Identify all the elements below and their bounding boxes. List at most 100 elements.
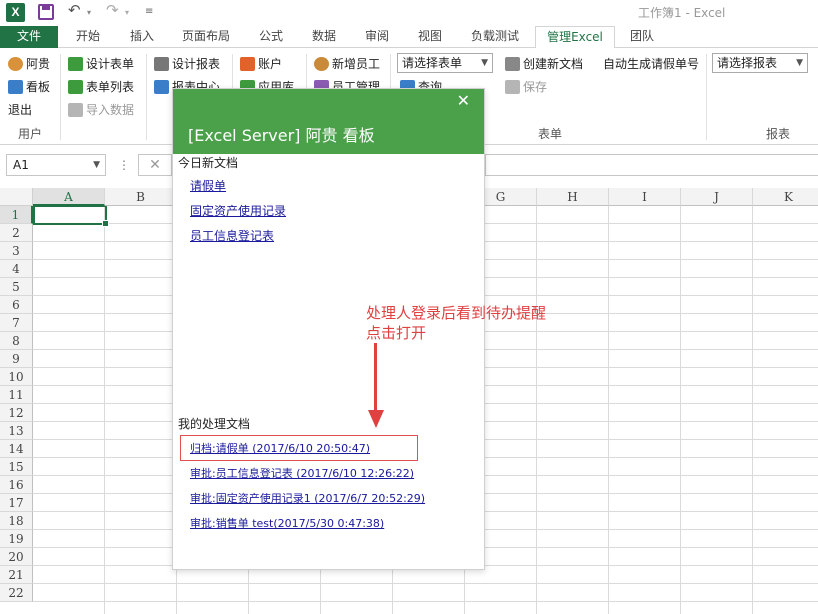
form-list-icon [68,80,83,94]
design-report-icon [154,57,169,71]
logout-button[interactable]: 退出 [8,101,32,119]
cancel-icon[interactable]: ✕ [138,154,172,176]
redo-icon[interactable]: ↷ [106,1,119,19]
annotation-text: 处理人登录后看到待办提醒 点击打开 [366,304,547,342]
design-form-button[interactable]: 设计表单 [68,55,134,73]
tab-view[interactable]: 视图 [406,26,454,48]
group-separator [706,54,707,140]
row-header[interactable]: 1 [0,206,33,224]
select-report-dropdown[interactable]: 请选择报表 ▼ [712,53,808,73]
row-header[interactable]: 2 [0,224,33,242]
save-form-icon [505,80,520,94]
group-label-user: 用户 [18,127,43,141]
row-header[interactable]: 13 [0,422,33,440]
formula-input[interactable] [485,154,818,176]
row-header[interactable]: 11 [0,386,33,404]
chevron-down-icon: ▼ [481,58,488,68]
column-header[interactable]: H [537,188,609,206]
undo-icon[interactable]: ↶ [68,1,81,19]
title-bar: X ↶ ▾ ↷ ▾ ≡ 工作簿1 - Excel [0,0,818,26]
save-form-button[interactable]: 保存 [505,78,547,96]
column-header[interactable]: B [105,188,177,206]
annotation-arrow-head [368,410,384,428]
tab-file[interactable]: 文件 [0,26,58,48]
customize-quick-access-icon[interactable]: ≡ [145,6,153,17]
today-doc-link[interactable]: 请假单 [190,177,226,194]
formula-bar-dots-icon: ⋮ [118,158,130,172]
import-data-icon [68,103,83,117]
row-header[interactable]: 5 [0,278,33,296]
select-all-corner[interactable] [0,188,33,206]
create-document-icon [505,57,520,71]
row-header[interactable]: 19 [0,530,33,548]
account-icon [240,57,255,71]
column-header[interactable]: I [609,188,681,206]
import-data-button[interactable]: 导入数据 [68,101,134,119]
row-header[interactable]: 15 [0,458,33,476]
tab-formulas[interactable]: 公式 [246,26,296,48]
tab-load-test[interactable]: 负载测试 [458,26,532,48]
tab-home[interactable]: 开始 [62,26,114,48]
tab-manage-excel[interactable]: 管理Excel [535,26,615,49]
add-employee-icon [314,57,329,71]
tab-page-layout[interactable]: 页面布局 [170,26,242,48]
design-report-button[interactable]: 设计报表 [154,55,220,73]
tab-review[interactable]: 审阅 [352,26,402,48]
row-header[interactable]: 22 [0,584,33,602]
group-separator [146,54,147,140]
my-doc-link[interactable]: 审批:固定资产使用记录1 (2017/6/7 20:52:29) [190,490,425,506]
row-header[interactable]: 7 [0,314,33,332]
row-header[interactable]: 6 [0,296,33,314]
row-header[interactable]: 17 [0,494,33,512]
row-header[interactable]: 8 [0,332,33,350]
today-docs-heading: 今日新文档 [178,156,239,170]
report-center-icon [154,80,169,94]
undo-dropdown-icon[interactable]: ▾ [87,8,91,17]
chevron-down-icon: ▼ [93,160,100,170]
row-header[interactable]: 20 [0,548,33,566]
user-button[interactable]: 阿贵 [8,55,50,73]
create-document-button[interactable]: 创建新文档 [505,55,583,73]
active-cell[interactable] [33,205,109,227]
tab-insert[interactable]: 插入 [118,26,166,48]
row-header[interactable]: 4 [0,260,33,278]
my-doc-link[interactable]: 归档:请假单 (2017/6/10 20:50:47) [190,440,370,456]
row-header[interactable]: 3 [0,242,33,260]
row-header[interactable]: 16 [0,476,33,494]
add-employee-button[interactable]: 新增员工 [314,55,380,73]
annotation-arrow [374,343,377,411]
dashboard-icon [8,80,23,94]
window-title: 工作簿1 - Excel [638,6,726,20]
name-box[interactable]: A1 ▼ [6,154,106,176]
account-button[interactable]: 账户 [240,55,282,73]
design-form-icon [68,57,83,71]
my-docs-heading: 我的处理文档 [178,417,251,431]
row-header[interactable]: 14 [0,440,33,458]
dashboard-button[interactable]: 看板 [8,78,50,96]
row-header[interactable]: 9 [0,350,33,368]
group-label-report: 报表 [766,127,791,141]
tab-team[interactable]: 团队 [618,26,666,48]
select-form-dropdown[interactable]: 请选择表单 ▼ [397,53,493,73]
save-icon[interactable] [38,4,54,20]
today-doc-link[interactable]: 员工信息登记表 [190,227,274,244]
auto-generate-button[interactable]: 自动生成请假单号 [603,55,699,73]
my-doc-link[interactable]: 审批:销售单 test(2017/5/30 0:47:38) [190,515,384,531]
group-label-form: 表单 [538,127,563,141]
form-list-button[interactable]: 表单列表 [68,78,134,96]
column-header[interactable]: J [681,188,753,206]
row-header[interactable]: 12 [0,404,33,422]
dialog-header: ✕ [Excel Server] 阿贵 看板 [173,89,484,154]
column-header[interactable]: K [753,188,818,206]
close-icon[interactable]: ✕ [457,91,470,110]
column-header[interactable]: A [33,188,105,206]
user-icon [8,57,23,71]
row-header[interactable]: 21 [0,566,33,584]
ribbon-tabs: 文件 开始 插入 页面布局 公式 数据 审阅 视图 负载测试 管理Excel 团… [0,26,818,49]
my-doc-link[interactable]: 审批:员工信息登记表 (2017/6/10 12:26:22) [190,465,414,481]
tab-data[interactable]: 数据 [300,26,348,48]
row-header[interactable]: 10 [0,368,33,386]
row-header[interactable]: 18 [0,512,33,530]
redo-dropdown-icon[interactable]: ▾ [125,8,129,17]
today-doc-link[interactable]: 固定资产使用记录 [190,202,286,219]
